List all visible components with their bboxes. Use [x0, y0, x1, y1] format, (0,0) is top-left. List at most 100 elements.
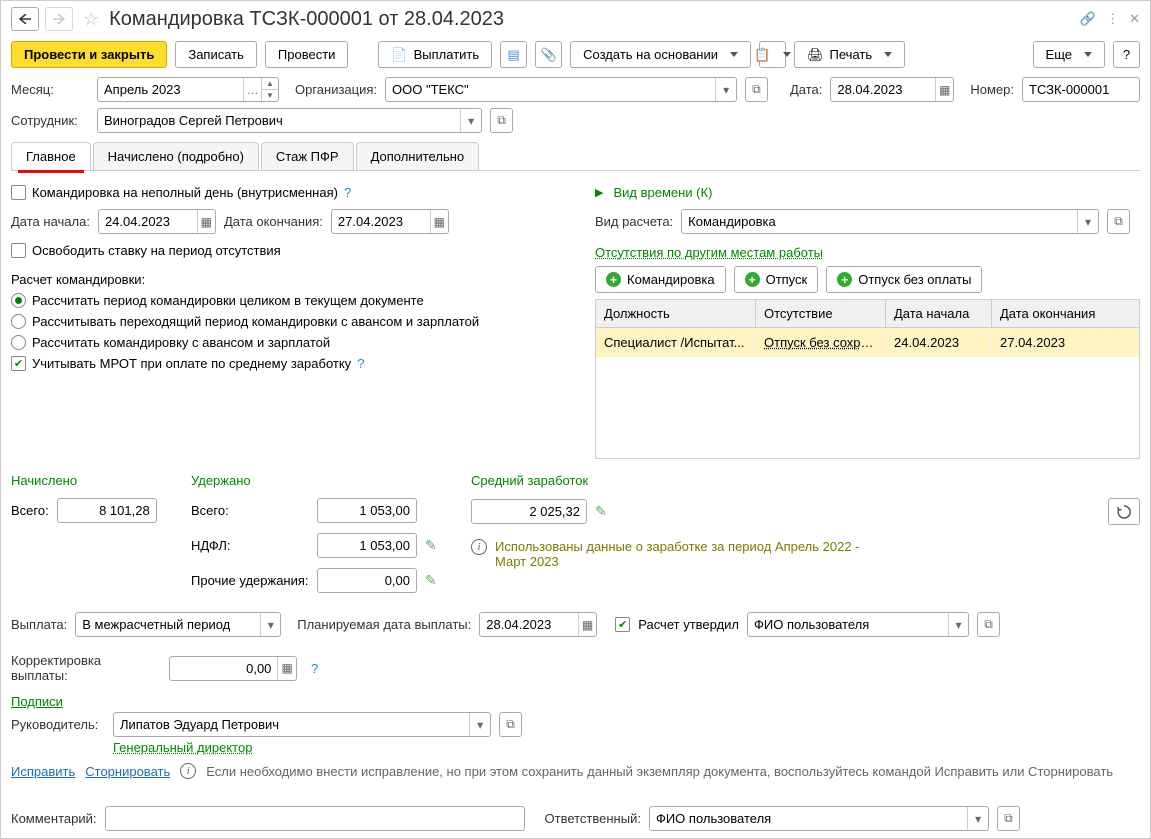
tab-pfr[interactable]: Стаж ПФР: [261, 142, 354, 170]
report-button[interactable]: ▤: [500, 41, 527, 68]
refresh-button[interactable]: [1108, 498, 1140, 525]
calc-option-1[interactable]: [11, 293, 26, 308]
back-button[interactable]: [11, 7, 39, 31]
partial-day-help[interactable]: ?: [344, 185, 351, 200]
info-icon: i: [180, 763, 196, 779]
head-position-link[interactable]: Генеральный директор: [113, 740, 1140, 755]
close-icon[interactable]: ✕: [1129, 11, 1140, 27]
org-open[interactable]: ⧉: [745, 77, 768, 102]
pencil-icon[interactable]: ✎: [425, 572, 437, 589]
signatures-link[interactable]: Подписи: [11, 694, 1140, 709]
head-dropdown[interactable]: ▾: [469, 713, 490, 736]
favorite-star-icon[interactable]: ☆: [83, 9, 99, 30]
other-withheld[interactable]: [318, 569, 416, 592]
start-date-field[interactable]: ▦: [98, 209, 216, 234]
more-button[interactable]: Еще: [1033, 41, 1105, 68]
link-icon[interactable]: 🔗: [1080, 11, 1096, 27]
release-rate-label: Освободить ставку на период отсутствия: [32, 243, 281, 258]
print-button[interactable]: 🖨 Печать: [794, 41, 905, 68]
approved-checkbox[interactable]: ✔: [615, 617, 630, 632]
month-field[interactable]: … ▲▼: [97, 77, 279, 102]
create-based-button[interactable]: Создать на основании: [570, 41, 751, 68]
calendar-icon[interactable]: ▦: [935, 78, 953, 101]
calendar-icon[interactable]: ▦: [197, 210, 215, 233]
corr-field[interactable]: ▦: [169, 656, 297, 681]
release-rate-checkbox[interactable]: [11, 243, 26, 258]
corr-label: Корректировка выплаты:: [11, 653, 161, 683]
org-field[interactable]: ▾: [385, 77, 737, 102]
avg-info: Использованы данные о заработке за перио…: [495, 539, 875, 569]
time-kind-link[interactable]: Вид времени (К): [613, 185, 712, 200]
month-down[interactable]: ▼: [262, 90, 278, 102]
other-absences-link[interactable]: Отсутствия по другим местам работы: [595, 245, 823, 260]
resp-field[interactable]: ▾: [649, 806, 989, 831]
resp-open[interactable]: ⧉: [997, 806, 1020, 831]
pencil-icon[interactable]: ✎: [595, 503, 607, 520]
head-field[interactable]: ▾: [113, 712, 491, 737]
start-date-label: Дата начала:: [11, 214, 90, 229]
approved-open[interactable]: ⧉: [977, 612, 1000, 637]
employee-field[interactable]: ▾: [97, 108, 482, 133]
add-vacation-nopay-button[interactable]: +Отпуск без оплаты: [826, 266, 982, 293]
payout-field[interactable]: ▾: [75, 612, 281, 637]
avg-head: Средний заработок: [471, 473, 1140, 488]
post-button[interactable]: Провести: [265, 41, 349, 68]
calc-type-dropdown[interactable]: ▾: [1077, 210, 1098, 233]
calc-type-open[interactable]: ⧉: [1107, 209, 1130, 234]
tab-main[interactable]: Главное: [11, 142, 91, 170]
help-button[interactable]: ?: [1113, 41, 1140, 68]
tab-accrued[interactable]: Начислено (подробно): [93, 142, 259, 170]
fix-link[interactable]: Исправить: [11, 764, 75, 779]
date-field[interactable]: ▦: [830, 77, 954, 102]
calc-title: Расчет командировки:: [11, 272, 571, 287]
forward-button[interactable]: [45, 7, 73, 31]
org-dropdown[interactable]: ▾: [715, 78, 736, 101]
employee-open[interactable]: ⧉: [490, 108, 513, 133]
head-open[interactable]: ⧉: [499, 712, 522, 737]
calendar-icon[interactable]: ▦: [430, 210, 448, 233]
month-up[interactable]: ▲: [262, 78, 278, 90]
month-choose-btn[interactable]: …: [243, 78, 261, 101]
end-date-label: Дата окончания:: [224, 214, 323, 229]
pay-button[interactable]: 📄 Выплатить: [378, 41, 492, 68]
info-icon: i: [471, 539, 487, 555]
table-row[interactable]: Специалист /Испытат... Отпуск без сохра.…: [596, 328, 1139, 357]
ndfl-value[interactable]: [318, 534, 416, 557]
calc-icon[interactable]: ▦: [277, 657, 296, 680]
add-vacation-button[interactable]: +Отпуск: [734, 266, 819, 293]
comment-label: Комментарий:: [11, 811, 97, 826]
employee-label: Сотрудник:: [11, 113, 89, 128]
corr-help[interactable]: ?: [311, 661, 318, 676]
doc-icon: 📋: [754, 47, 770, 63]
tab-additional[interactable]: Дополнительно: [356, 142, 480, 170]
extra-menu-button[interactable]: 📋: [759, 41, 786, 68]
calc-type-field[interactable]: ▾: [681, 209, 1099, 234]
write-button[interactable]: Записать: [175, 41, 257, 68]
calc-option-2[interactable]: [11, 314, 26, 329]
collapse-icon[interactable]: ▶: [595, 186, 603, 199]
accrued-total[interactable]: [58, 499, 156, 522]
employee-dropdown[interactable]: ▾: [460, 109, 481, 132]
mrot-help[interactable]: ?: [357, 356, 364, 371]
reverse-link[interactable]: Сторнировать: [85, 764, 170, 779]
menu-dots-icon[interactable]: ⋮: [1106, 11, 1119, 27]
pencil-icon[interactable]: ✎: [425, 537, 437, 554]
withheld-head: Удержано: [191, 473, 451, 488]
mrot-checkbox[interactable]: ✔: [11, 356, 26, 371]
add-trip-button[interactable]: +Командировка: [595, 266, 726, 293]
resp-dropdown[interactable]: ▾: [967, 807, 988, 830]
attachment-button[interactable]: 📎: [535, 41, 562, 68]
end-date-field[interactable]: ▦: [331, 209, 449, 234]
partial-day-checkbox[interactable]: [11, 185, 26, 200]
avg-value[interactable]: [472, 500, 586, 523]
approved-dropdown[interactable]: ▾: [948, 613, 968, 636]
approved-field[interactable]: ▾: [747, 612, 969, 637]
payout-dropdown[interactable]: ▾: [260, 613, 280, 636]
number-field[interactable]: [1022, 77, 1140, 102]
calc-option-3[interactable]: [11, 335, 26, 350]
withheld-total[interactable]: [318, 499, 416, 522]
plan-date-field[interactable]: ▦: [479, 612, 597, 637]
calendar-icon[interactable]: ▦: [578, 613, 596, 636]
post-and-close-button[interactable]: Провести и закрыть: [11, 41, 167, 68]
comment-field[interactable]: [105, 806, 525, 831]
